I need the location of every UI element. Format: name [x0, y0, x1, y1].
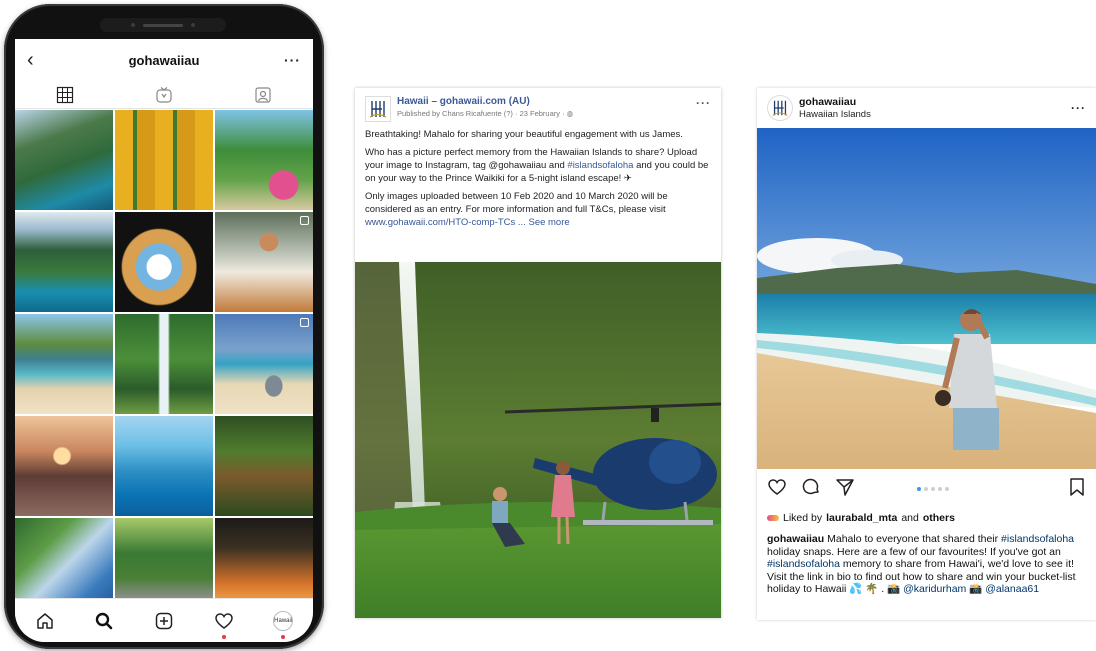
profile-tabs — [15, 81, 313, 109]
notification-dot — [221, 634, 226, 639]
liker-username[interactable]: laurabald_mta — [826, 512, 897, 524]
hawaii-logo-icon[interactable] — [365, 96, 391, 122]
post-paragraph: Only images uploaded between 10 Feb 2020… — [365, 191, 668, 228]
post-username[interactable]: gohawaiiau — [799, 96, 871, 108]
liker-avatar — [767, 515, 779, 521]
grid-photo[interactable] — [115, 314, 213, 414]
phone-notch — [100, 18, 226, 32]
hashtag-link[interactable]: #islandsofaloha — [567, 160, 633, 171]
facebook-page-name[interactable]: Hawaii – gohawaii.com (AU) — [397, 96, 573, 107]
igtv-icon[interactable] — [155, 86, 173, 104]
instagram-profile-screen: ‹ gohawaiiau ··· Hawaii — [15, 39, 313, 642]
search-icon[interactable] — [89, 606, 119, 636]
multi-photo-icon — [300, 318, 309, 327]
beach-photo — [757, 128, 1096, 469]
profile-avatar[interactable]: Hawaii — [268, 606, 298, 639]
grid-photo[interactable] — [15, 110, 113, 210]
collage: ‹ gohawaiiau ··· Hawaii Hawaii – gohawai… — [0, 0, 1096, 651]
grid-photo[interactable] — [215, 416, 313, 516]
facebook-post-header: Hawaii – gohawaii.com (AU) Published by … — [355, 88, 721, 124]
instagram-post-header: gohawaiiau Hawaiian Islands ··· — [757, 88, 1096, 128]
post-location[interactable]: Hawaiian Islands — [799, 109, 871, 120]
chevron-left-icon[interactable]: ‹ — [27, 49, 47, 72]
post-paragraph: Who has a picture perfect memory from th… — [365, 147, 709, 184]
mention-link[interactable]: @karidurham — [903, 583, 966, 595]
heart-icon[interactable] — [767, 477, 787, 502]
tagged-icon[interactable] — [254, 86, 272, 104]
grid-photo[interactable] — [15, 416, 113, 516]
grid-photo[interactable] — [215, 212, 313, 312]
home-icon[interactable] — [30, 606, 60, 636]
grid-photo[interactable] — [115, 110, 213, 210]
profile-header: ‹ gohawaiiau ··· — [15, 39, 313, 81]
grid-photo[interactable] — [115, 212, 213, 312]
engagement-helicopter-photo — [355, 262, 721, 618]
likes-others-link[interactable]: others — [923, 512, 955, 524]
bottom-nav: Hawaii — [15, 598, 313, 642]
hawaii-logo-icon[interactable] — [767, 95, 793, 121]
more-options-button[interactable]: ··· — [696, 96, 711, 110]
carousel-indicator — [917, 487, 949, 491]
more-options-button[interactable]: ··· — [281, 52, 301, 68]
grid-photo[interactable] — [215, 314, 313, 414]
globe-icon: ◍ — [566, 109, 574, 118]
hashtag-link[interactable]: #islandsofaloha — [767, 558, 840, 570]
bookmark-icon[interactable] — [1068, 477, 1086, 502]
hashtag-link[interactable]: #islandsofaloha — [1001, 533, 1074, 545]
see-more-link[interactable]: ... See more — [515, 217, 570, 228]
post-actions — [767, 477, 1086, 501]
instagram-post: gohawaiiau Hawaiian Islands ··· Liked by… — [757, 88, 1096, 620]
post-photo[interactable] — [757, 128, 1096, 469]
notification-dot — [281, 634, 286, 639]
terms-link[interactable]: www.gohawaii.com/HTO-comp-TCs — [365, 217, 515, 228]
multi-photo-icon — [300, 216, 309, 225]
post-photo[interactable] — [355, 262, 721, 618]
phone-mockup: ‹ gohawaiiau ··· Hawaii — [4, 4, 324, 649]
heart-icon[interactable] — [209, 606, 239, 639]
grid-photo[interactable] — [15, 212, 113, 312]
photo-grid — [15, 109, 313, 618]
post-paragraph: Breathtaking! Mahalo for sharing your be… — [365, 129, 683, 140]
post-meta: Published by Chans Ricafuente (?) · 23 F… — [397, 109, 574, 118]
add-post-icon[interactable] — [149, 606, 179, 636]
grid-photo[interactable] — [15, 314, 113, 414]
likes-line: Liked by laurabald_mta and others — [767, 512, 955, 524]
share-icon[interactable] — [835, 477, 855, 502]
more-options-button[interactable]: ··· — [1071, 101, 1086, 115]
grid-icon[interactable] — [56, 86, 74, 104]
mention-link[interactable]: @alanaa61 — [985, 583, 1039, 595]
facebook-post: Hawaii – gohawaii.com (AU) Published by … — [355, 88, 721, 618]
comment-icon[interactable] — [801, 477, 821, 502]
grid-photo[interactable] — [215, 110, 313, 210]
avatar: Hawaii — [273, 610, 294, 631]
post-text: Breathtaking! Mahalo for sharing your be… — [355, 124, 721, 229]
caption-username[interactable]: gohawaiiau — [767, 533, 824, 545]
post-caption: gohawaiiau Mahalo to everyone that share… — [767, 533, 1076, 596]
profile-username: gohawaiiau — [128, 52, 200, 68]
grid-photo[interactable] — [115, 416, 213, 516]
